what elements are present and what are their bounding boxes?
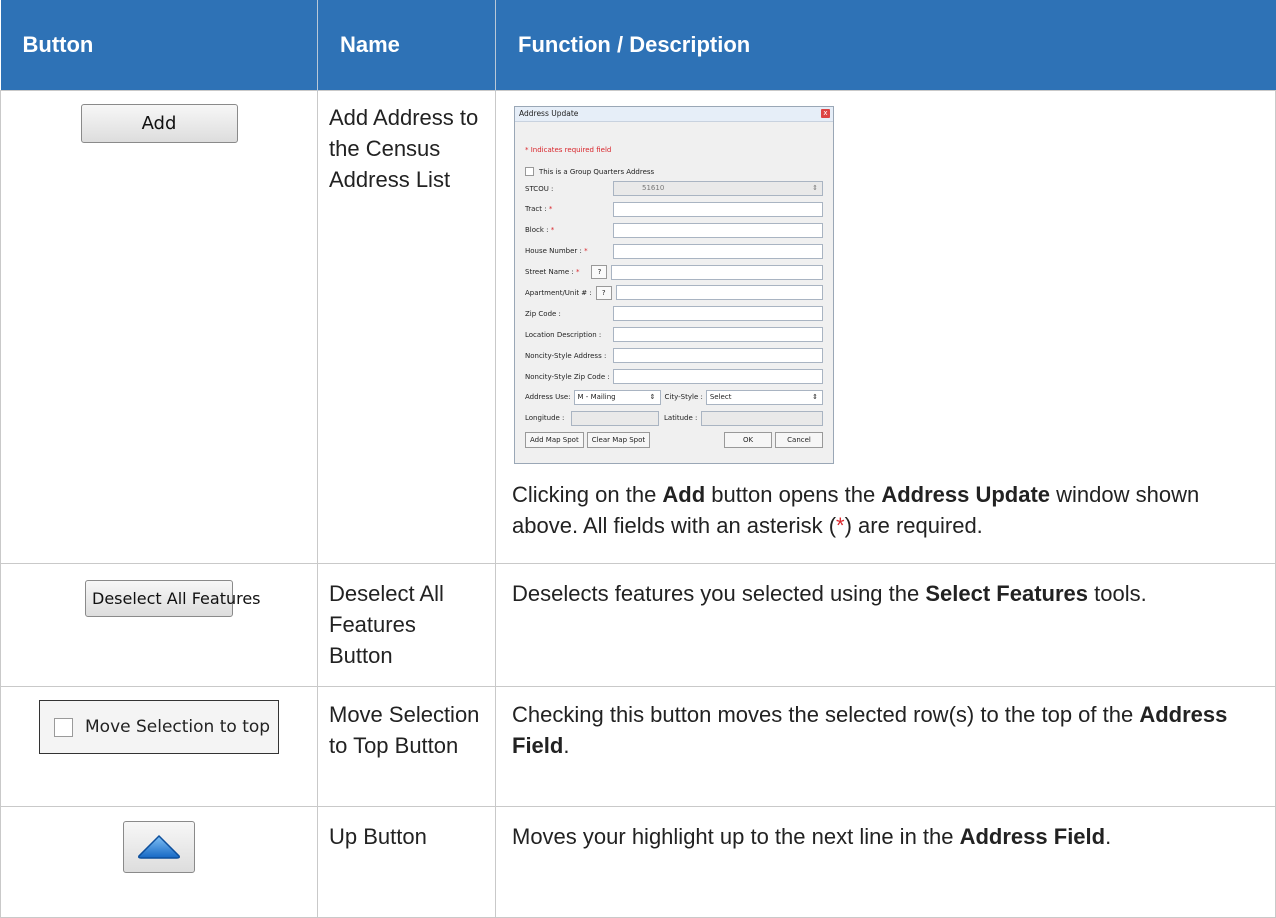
desc-text: . [563,733,570,758]
desc-text: Deselects features you selected using th… [512,581,926,606]
stcou-select[interactable]: 51610 ⇕ [613,181,823,196]
required-star: * [584,247,588,256]
name-cell: Up Button [317,806,496,918]
address-use-value: M - Mailing [577,392,616,401]
tract-field[interactable] [613,201,823,217]
required-star: * [550,226,555,235]
city-style-select[interactable]: Select ⇕ [705,389,823,405]
dialog-close-icon[interactable]: x [821,109,830,118]
street-name-label: Street Name : * [525,268,579,276]
tract-label: Tract : * [525,205,613,213]
street-name-field[interactable] [611,264,823,280]
desc-text: button opens the [705,482,882,507]
longitude-field [571,410,659,426]
house-number-label: House Number : * [525,247,613,255]
city-style-label: City-Style : [664,393,703,402]
desc-text: Moves your highlight up to the next line… [512,824,960,849]
apartment-help-button[interactable]: ? [595,285,612,300]
dialog-title: Address Update [515,107,833,122]
spin-icon: ⇕ [649,392,656,401]
stcou-label: STCOU : [525,184,554,193]
address-update-dialog: Address Update x * Indicates required fi… [514,106,834,464]
table-row-deselect: Deselect All Features Deselect All Featu… [0,563,1276,687]
address-use-label: Address Use: [525,393,571,402]
desc-text: . [1105,824,1112,849]
group-quarters-checkbox-row: This is a Group Quarters Address [525,167,823,176]
add-description-text: Clicking on the Add button opens the Add… [512,479,1257,541]
street-label-text: Street Name : [525,268,576,277]
desc-bold: Select Features [925,581,1088,606]
apartment-field[interactable] [615,285,823,301]
block-field[interactable] [613,222,823,238]
table-header-row: Button Name Function / Description [0,0,1276,91]
address-use-select[interactable]: M - Mailing ⇕ [573,389,661,405]
description-cell: Address Update x * Indicates required fi… [495,90,1276,564]
location-description-label: Location Description : [525,330,602,339]
desc-text: tools. [1088,581,1147,606]
add-button[interactable]: Add [80,104,238,143]
longitude-label: Longitude : [525,414,565,423]
house-label-text: House Number : [525,247,585,256]
name-cell: Deselect All Features Button [317,563,496,687]
city-style-value: Select [709,392,732,401]
desc-text: Checking this button moves the selected … [512,702,1140,727]
table-row-add: Add Add Address to the Census Address Li… [0,90,1276,564]
header-name: Name [317,0,496,91]
description-cell: Deselects features you selected using th… [495,563,1276,687]
deselect-all-features-button[interactable]: Deselect All Features [85,580,261,617]
apartment-label: Apartment/Unit # : [525,288,592,297]
spin-icon: ⇕ [812,392,818,401]
location-description-field[interactable] [613,327,823,343]
button-reference-table: Button Name Function / Description Add A… [0,0,1276,918]
house-number-field[interactable] [613,243,823,259]
up-button[interactable] [123,821,195,873]
add-map-spot-button[interactable]: Add Map Spot [525,431,584,448]
move-selection-label: Move Selection to top [85,716,271,737]
name-cell: Add Address to the Census Address List [317,90,496,564]
table-row-up: Up Button Moves your highlight up to the… [0,806,1276,918]
header-button: Button [0,0,318,91]
group-quarters-label: This is a Group Quarters Address [539,167,655,176]
desc-text: ) are required. [844,513,983,538]
button-cell: Deselect All Features [0,563,318,687]
zip-field[interactable] [613,306,823,322]
stcou-value: 51610 [642,184,665,192]
block-label: Block : * [525,226,613,234]
cancel-button[interactable]: Cancel [775,431,823,448]
noncity-address-field[interactable] [613,348,823,364]
required-star: * [575,268,580,277]
asterisk: * [836,513,845,538]
ok-button[interactable]: OK [724,431,772,448]
noncity-zip-label: Noncity-Style Zip Code : [525,372,610,381]
spin-icon: ⇕ [812,184,818,192]
zip-label: Zip Code : [525,309,561,318]
clear-map-spot-button[interactable]: Clear Map Spot [586,431,651,448]
desc-bold: Add [662,482,706,507]
required-note: * Indicates required field [525,146,612,154]
tract-label-text: Tract : [525,205,549,214]
noncity-zip-field[interactable] [613,369,823,385]
desc-bold: Address Field [959,824,1106,849]
latitude-label: Latitude : [664,414,698,423]
desc-text: Clicking on the [512,482,663,507]
header-description: Function / Description [495,0,1276,91]
street-help-button[interactable]: ? [591,265,608,280]
desc-bold: Address Update [881,482,1051,507]
checkbox-square[interactable] [54,717,73,737]
button-cell: Move Selection to top [0,686,318,807]
button-cell [0,806,318,918]
block-label-text: Block : [525,226,551,235]
name-cell: Move Selection to Top Button [317,686,496,807]
table-row-move-selection: Move Selection to top Move Selection to … [0,686,1276,807]
move-selection-to-top-checkbox[interactable]: Move Selection to top [39,700,279,754]
noncity-address-label: Noncity-Style Address : [525,351,607,360]
group-quarters-checkbox[interactable] [525,167,534,176]
up-arrow-icon [138,834,180,859]
description-cell: Moves your highlight up to the next line… [495,806,1276,918]
latitude-field [701,410,823,426]
description-cell: Checking this button moves the selected … [495,686,1276,807]
button-cell: Add [0,90,318,564]
required-star: * [548,205,553,214]
